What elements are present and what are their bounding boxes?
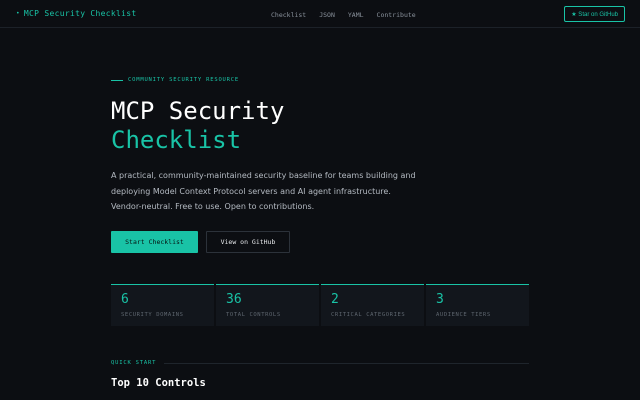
- stat-label: SECURITY DOMAINS: [121, 312, 184, 318]
- stat-card-total-controls: 36 TOTAL CONTROLS: [216, 284, 319, 326]
- eyebrow-text: COMMUNITY SECURITY RESOURCE: [128, 77, 240, 83]
- star-on-github-button[interactable]: ★ Star on GitHub: [564, 6, 625, 22]
- page-title-line-1: MCP Security: [111, 97, 285, 125]
- logo-text: MCP Security Checklist: [23, 9, 137, 18]
- site-logo[interactable]: • MCP Security Checklist: [16, 9, 136, 18]
- hero-description: A practical, community-maintained securi…: [111, 171, 416, 211]
- hero-eyebrow: COMMUNITY SECURITY RESOURCE: [111, 77, 239, 83]
- main-nav: Checklist JSON YAML Contribute: [271, 11, 416, 19]
- nav-link-checklist[interactable]: Checklist: [271, 11, 306, 19]
- stat-card-audience-tiers: 3 AUDIENCE TIERS: [426, 284, 529, 326]
- quick-start-header: QUICK START: [111, 360, 529, 366]
- nav-link-contribute[interactable]: Contribute: [377, 11, 416, 19]
- logo-bullet-icon: •: [16, 10, 20, 17]
- stat-value: 2: [331, 292, 339, 307]
- stat-label: AUDIENCE TIERS: [436, 312, 491, 318]
- quick-start-divider: [164, 362, 529, 364]
- page-title-line-2: Checklist: [111, 126, 242, 154]
- nav-link-yaml[interactable]: YAML: [348, 11, 364, 19]
- stat-value: 36: [226, 292, 242, 307]
- stat-value: 3: [436, 292, 444, 307]
- eyebrow-line: [111, 79, 123, 81]
- view-on-github-button[interactable]: View on GitHub: [206, 231, 290, 253]
- stat-label: CRITICAL CATEGORIES: [331, 312, 406, 318]
- stats-row: 6 SECURITY DOMAINS 36 TOTAL CONTROLS 2 C…: [111, 284, 529, 326]
- quick-start-eyebrow: QUICK START: [111, 360, 157, 366]
- stat-label: TOTAL CONTROLS: [226, 312, 281, 318]
- stat-card-critical-categories: 2 CRITICAL CATEGORIES: [321, 284, 424, 326]
- page-title: MCP Security Checklist: [111, 97, 284, 155]
- top-controls-heading: Top 10 Controls: [111, 377, 206, 389]
- start-checklist-button[interactable]: Start Checklist: [111, 231, 198, 253]
- star-button-label: ★ Star on GitHub: [571, 11, 618, 18]
- stat-value: 6: [121, 292, 129, 307]
- nav-link-json[interactable]: JSON: [319, 11, 335, 19]
- top-navigation-bar: • MCP Security Checklist Checklist JSON …: [0, 0, 640, 28]
- stat-card-security-domains: 6 SECURITY DOMAINS: [111, 284, 214, 326]
